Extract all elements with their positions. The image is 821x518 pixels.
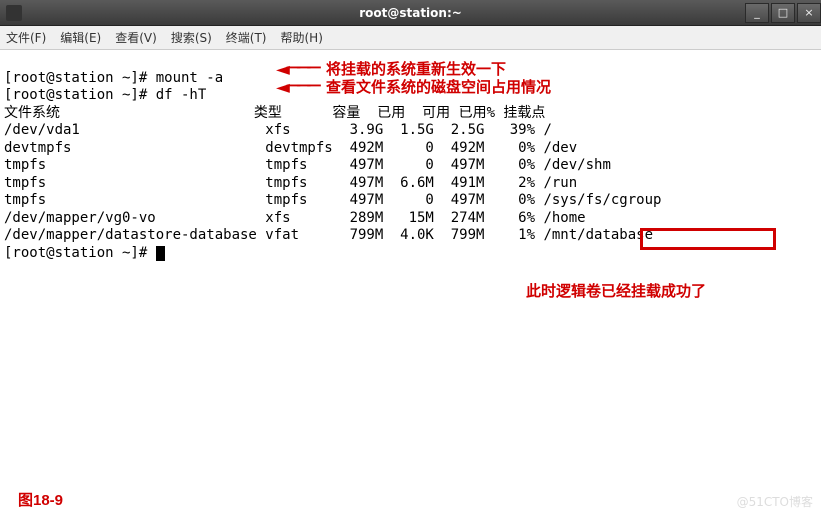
watermark: @51CTO博客 xyxy=(737,493,813,510)
app-icon xyxy=(6,5,22,21)
maximize-button[interactable]: □ xyxy=(771,3,795,23)
menu-view[interactable]: 查看(V) xyxy=(115,29,157,46)
menu-edit[interactable]: 编辑(E) xyxy=(60,29,101,46)
window-title: root@station:~ xyxy=(359,6,462,20)
table-row: tmpfs tmpfs 497M 0 497M 0% /sys/fs/cgrou… xyxy=(4,192,661,208)
menu-file[interactable]: 文件(F) xyxy=(6,29,46,46)
prompt: [root@station ~]# xyxy=(4,87,156,103)
menu-search[interactable]: 搜索(S) xyxy=(171,29,212,46)
command-mount: mount -a xyxy=(156,70,223,86)
table-row: /dev/vda1 xfs 3.9G 1.5G 2.5G 39% / xyxy=(4,122,552,138)
cursor xyxy=(156,246,165,261)
menu-terminal[interactable]: 终端(T) xyxy=(226,29,267,46)
arrow-icon: ─── xyxy=(276,74,318,99)
menubar: 文件(F) 编辑(E) 查看(V) 搜索(S) 终端(T) 帮助(H) xyxy=(0,26,821,50)
prompt: [root@station ~]# xyxy=(4,245,156,261)
df-header: 文件系统 类型 容量 已用 可用 已用% 挂载点 xyxy=(4,105,545,121)
table-row: /dev/mapper/vg0-vo xfs 289M 15M 274M 6% … xyxy=(4,210,586,226)
annotation-df: 查看文件系统的磁盘空间占用情况 xyxy=(326,76,551,97)
titlebar: root@station:~ _ □ × xyxy=(0,0,821,26)
annotation-success: 此时逻辑卷已经挂载成功了 xyxy=(526,280,706,301)
close-button[interactable]: × xyxy=(797,3,821,23)
table-row: devtmpfs devtmpfs 492M 0 492M 0% /dev xyxy=(4,140,577,156)
table-row: tmpfs tmpfs 497M 6.6M 491M 2% /run xyxy=(4,175,577,191)
table-row: /dev/mapper/datastore-database vfat 799M… xyxy=(4,227,653,243)
table-row: tmpfs tmpfs 497M 0 497M 0% /dev/shm xyxy=(4,157,611,173)
window-controls: _ □ × xyxy=(743,3,821,23)
highlight-box xyxy=(640,228,776,250)
figure-label: 图18-9 xyxy=(18,489,63,510)
command-df: df -hT xyxy=(156,87,207,103)
prompt: [root@station ~]# xyxy=(4,70,156,86)
minimize-button[interactable]: _ xyxy=(745,3,769,23)
menu-help[interactable]: 帮助(H) xyxy=(281,29,323,46)
